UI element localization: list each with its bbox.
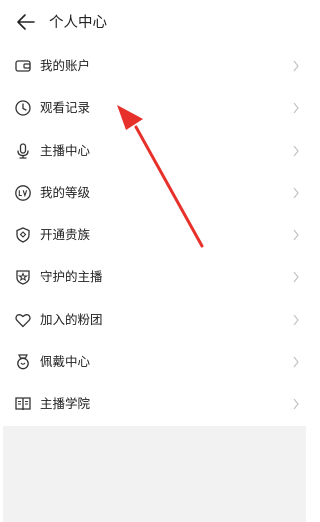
annotation-arrow-icon [117, 105, 204, 248]
